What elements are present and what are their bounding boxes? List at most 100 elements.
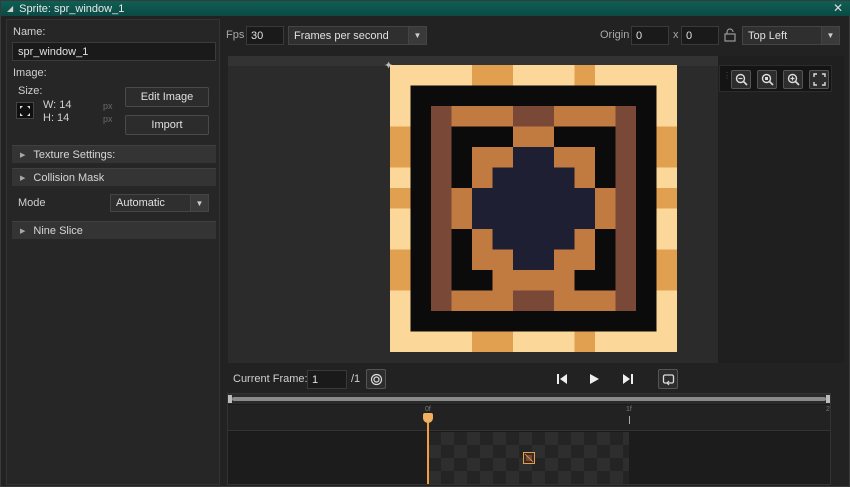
sprite-pixel (574, 331, 595, 352)
scroll-handle-right[interactable] (826, 395, 830, 403)
current-frame-input[interactable]: 1 (307, 370, 347, 389)
frame-thumbnail-icon[interactable] (523, 452, 535, 464)
resize-icon[interactable] (16, 102, 34, 119)
sprite-pixel (574, 65, 595, 86)
width-unit: px (103, 101, 113, 111)
lock-icon[interactable] (724, 28, 736, 42)
sprite-pixel (472, 331, 513, 352)
current-frame-label: Current Frame: (233, 373, 308, 385)
onion-skin-icon[interactable] (366, 369, 386, 389)
collision-mask-label: Collision Mask (33, 171, 105, 184)
chevron-down-icon: ▼ (190, 195, 208, 211)
origin-preset-select[interactable]: Top Left ▼ (742, 26, 840, 45)
timeline-scrollbar[interactable] (228, 394, 830, 404)
canvas-side-area (718, 56, 844, 363)
frame-tick (629, 416, 630, 424)
properties-panel: Name: spr_window_1 Image: Size: W: 14 H:… (6, 19, 220, 485)
fps-label: Fps (226, 29, 245, 41)
origin-y-input[interactable]: 0 (681, 26, 719, 45)
window-title-text: Sprite: spr_window_1 (19, 2, 125, 15)
size-label: Size: (18, 85, 43, 97)
sprite-pixel (554, 249, 575, 270)
origin-preset-value: Top Left (748, 29, 788, 42)
height-value: H: 14 (43, 112, 70, 124)
origin-x-input[interactable]: 0 (631, 26, 669, 45)
mode-label: Mode (18, 197, 46, 209)
total-frames: /1 (351, 373, 361, 385)
sprite-pixel (595, 188, 616, 229)
sprite-editor-window: ◢ Sprite: spr_window_1 ✕ Name: spr_windo… (0, 0, 850, 487)
timeline-ruler[interactable]: 0f 1f 2 (228, 405, 830, 431)
sprite-pixel (554, 290, 616, 311)
sprite-toolbar: Fps 30 Frames per second ▼ Origin 0 x 0 … (223, 23, 845, 48)
scroll-handle-left[interactable] (228, 395, 232, 403)
zoom-reset-icon[interactable] (757, 70, 777, 89)
grip-handle[interactable]: ⋮ (723, 72, 731, 86)
fps-unit-value: Frames per second (294, 29, 389, 42)
sprite-pixel (492, 167, 575, 250)
nine-slice-section[interactable]: ▶ Nine Slice (12, 221, 216, 239)
image-label: Image: (13, 67, 47, 79)
sprite-pixel (472, 167, 493, 188)
sprite-pixel (492, 270, 575, 291)
close-icon[interactable]: ✕ (833, 1, 843, 16)
playhead[interactable] (427, 414, 429, 484)
fit-screen-icon[interactable] (809, 70, 829, 89)
sprite-pixel (472, 188, 493, 229)
sprite-pixel (656, 126, 677, 168)
collapse-icon[interactable]: ◢ (7, 4, 13, 13)
window-title: ◢ Sprite: spr_window_1 (7, 3, 124, 15)
sprite-pixel (390, 188, 411, 209)
tick-label: 0f (425, 406, 431, 413)
play-icon[interactable] (584, 369, 604, 389)
zoom-out-icon[interactable] (731, 70, 751, 89)
sprite-pixel (513, 126, 554, 147)
sprite-pixel (451, 290, 513, 311)
name-field[interactable]: spr_window_1 (12, 42, 216, 61)
sprite-pixel (472, 65, 513, 86)
expand-arrow-icon: ▶ (20, 151, 26, 159)
sprite-pixel (472, 229, 493, 270)
fps-input[interactable]: 30 (246, 26, 284, 45)
sprite-pixel (554, 106, 616, 127)
zoom-in-icon[interactable] (783, 70, 803, 89)
sprite-pixel (451, 188, 472, 229)
expand-arrow-icon: ▶ (20, 174, 26, 182)
timeline-scroll-track[interactable] (232, 397, 826, 401)
height-unit: px (103, 114, 113, 124)
frame-track[interactable] (228, 432, 830, 484)
import-button[interactable]: Import (125, 115, 209, 135)
sprite-pixel (513, 249, 554, 270)
timeline[interactable]: 0f 1f 2 (227, 393, 831, 485)
edit-image-button[interactable]: Edit Image (125, 87, 209, 107)
chevron-down-icon: ▼ (408, 27, 426, 44)
sprite-preview-image (390, 65, 677, 352)
tick-label: 1f (626, 406, 632, 413)
sprite-pixel (574, 167, 595, 188)
zoom-toolbar: ⋮ (719, 65, 832, 92)
fps-unit-select[interactable]: Frames per second ▼ (288, 26, 427, 45)
mode-select[interactable]: Automatic ▼ (110, 194, 209, 212)
origin-label: Origin (600, 29, 630, 41)
sprite-pixel (656, 249, 677, 291)
sprite-pixel (574, 229, 595, 270)
skip-end-icon[interactable] (618, 369, 638, 389)
chevron-down-icon: ▼ (821, 27, 839, 44)
texture-settings-section[interactable]: ▶ Texture Settings: (12, 145, 216, 163)
sprite-pixel (656, 188, 677, 209)
size-group: Size: W: 14 H: 14 px px (12, 85, 116, 130)
expand-arrow-icon: ▶ (20, 227, 26, 235)
playhead-handle[interactable] (423, 413, 433, 423)
sprite-pixel (574, 188, 595, 229)
skip-start-icon[interactable] (552, 369, 572, 389)
loop-icon[interactable] (658, 369, 678, 389)
origin-separator: x (673, 29, 679, 41)
sprite-pixel (554, 147, 595, 168)
sprite-pixel (513, 147, 554, 168)
tick-label: 2 (826, 406, 830, 413)
sprite-pixel (390, 249, 411, 291)
title-bar: ◢ Sprite: spr_window_1 ✕ (1, 1, 850, 16)
collision-mask-section[interactable]: ▶ Collision Mask (12, 168, 216, 186)
sprite-pixel (513, 290, 554, 311)
sprite-pixel (513, 106, 554, 127)
